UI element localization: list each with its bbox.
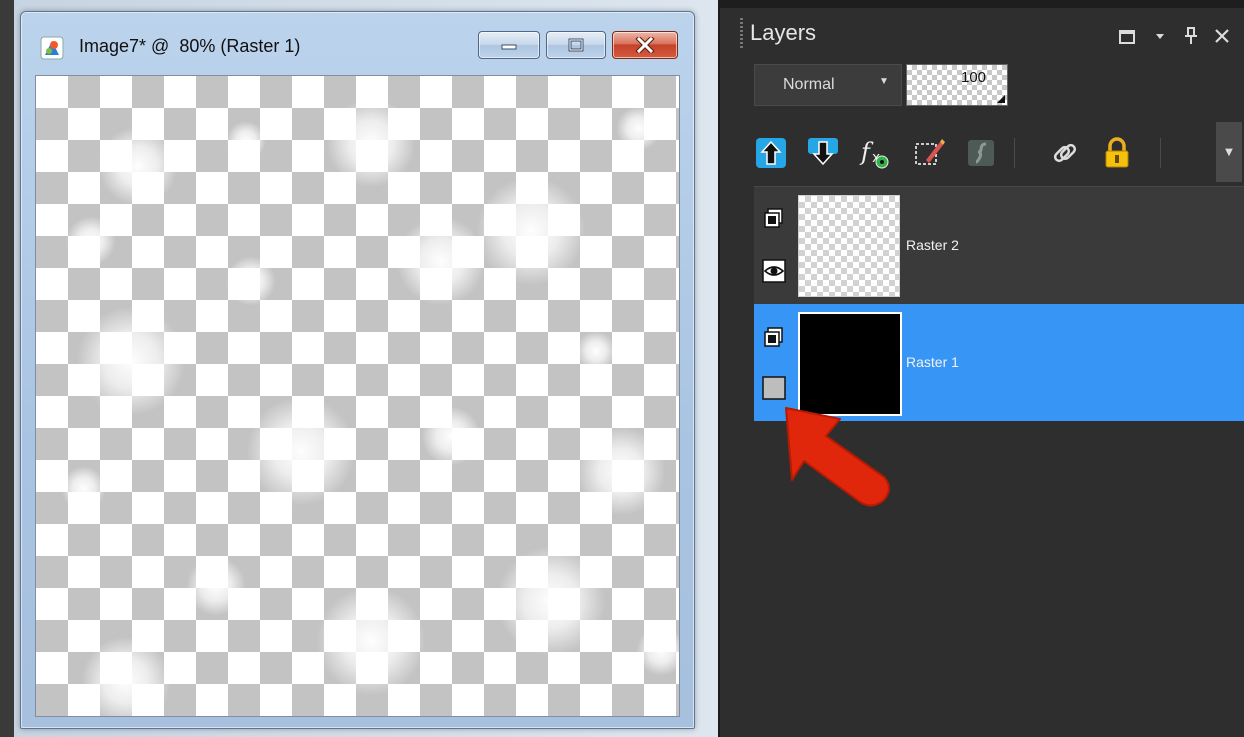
bokeh-glow xyxy=(226,121,266,161)
palette-menu-dropdown-icon[interactable] xyxy=(1154,30,1166,42)
edit-mask-icon[interactable] xyxy=(964,136,998,170)
bokeh-glow xyxy=(576,426,666,516)
bokeh-glow xyxy=(396,216,486,306)
toolbar-overflow-button[interactable]: ▼ xyxy=(1216,122,1242,182)
chevron-down-icon: ▼ xyxy=(879,76,889,87)
workspace-edge xyxy=(0,0,14,737)
layer-row-raster-1[interactable]: Raster 1 xyxy=(754,304,1244,421)
minimize-icon xyxy=(501,44,517,50)
close-palette-icon[interactable] xyxy=(1214,28,1230,44)
layer-list: Raster 2 Raster 1 xyxy=(754,186,1244,737)
toolbar-separator xyxy=(1160,138,1161,168)
pin-icon[interactable] xyxy=(1182,26,1200,46)
restore-palette-icon[interactable] xyxy=(1118,28,1136,46)
chevron-down-icon: ▼ xyxy=(1225,146,1233,158)
edit-selection-icon[interactable] xyxy=(912,136,946,170)
image-canvas[interactable] xyxy=(35,75,680,717)
minimize-button[interactable] xyxy=(478,31,540,59)
bokeh-glow xyxy=(66,216,116,266)
close-button[interactable] xyxy=(612,31,678,59)
layer-thumbnail[interactable] xyxy=(798,195,900,297)
opacity-value: 100 xyxy=(961,69,987,86)
palette-top-strip xyxy=(720,0,1244,8)
lock-transparency-icon[interactable] xyxy=(1100,136,1134,170)
link-layers-icon[interactable] xyxy=(1048,136,1082,170)
move-layer-up-icon[interactable] xyxy=(754,136,788,170)
bokeh-glow xyxy=(61,466,106,511)
bokeh-glow xyxy=(576,331,616,371)
bokeh-glow xyxy=(186,556,246,616)
palette-grip[interactable] xyxy=(740,18,743,48)
blend-mode-select[interactable]: Normal ▼ xyxy=(754,64,902,106)
bokeh-glow xyxy=(421,406,481,466)
bokeh-glow xyxy=(98,126,178,206)
layer-thumbnail[interactable] xyxy=(798,312,902,416)
image-window[interactable]: Image7* @ 80% (Raster 1) xyxy=(20,11,695,729)
opacity-slider-corner-icon xyxy=(997,95,1005,103)
hidden-visibility-icon[interactable] xyxy=(762,376,786,400)
blend-mode-value: Normal xyxy=(783,76,835,93)
close-icon xyxy=(635,37,655,53)
layers-toolbar: f x ▼ xyxy=(720,120,1244,186)
opacity-field[interactable]: 100 xyxy=(906,64,1008,106)
maximize-button[interactable] xyxy=(546,31,606,59)
layer-group-icon[interactable] xyxy=(762,207,786,231)
maximize-icon xyxy=(568,38,584,52)
bokeh-glow xyxy=(496,546,606,656)
layer-styles-fx-icon[interactable]: f x xyxy=(858,136,892,170)
paintshop-app-icon xyxy=(40,36,64,60)
layer-group-icon[interactable] xyxy=(762,326,786,350)
bokeh-glow xyxy=(636,626,679,676)
toolbar-separator xyxy=(1014,138,1015,168)
layer-name[interactable]: Raster 1 xyxy=(906,354,959,370)
bokeh-glow xyxy=(76,306,186,416)
bokeh-glow xyxy=(81,636,171,716)
image-window-title: Image7* @ 80% (Raster 1) xyxy=(79,36,301,56)
bokeh-glow xyxy=(316,586,426,696)
bokeh-glow xyxy=(616,106,661,151)
layer-row-raster-2[interactable]: Raster 2 xyxy=(754,186,1244,304)
eye-visibility-icon[interactable] xyxy=(762,259,786,283)
bokeh-glow xyxy=(246,396,356,506)
bokeh-glow xyxy=(326,98,416,188)
bokeh-glow xyxy=(476,176,586,286)
bokeh-glow xyxy=(226,256,276,306)
palette-title: Layers xyxy=(750,20,817,45)
layers-palette: Layers Normal ▼ 100 f x ▼ Raster 2 Raste… xyxy=(718,0,1244,737)
layer-name[interactable]: Raster 2 xyxy=(906,237,959,253)
move-layer-down-icon[interactable] xyxy=(806,136,840,170)
